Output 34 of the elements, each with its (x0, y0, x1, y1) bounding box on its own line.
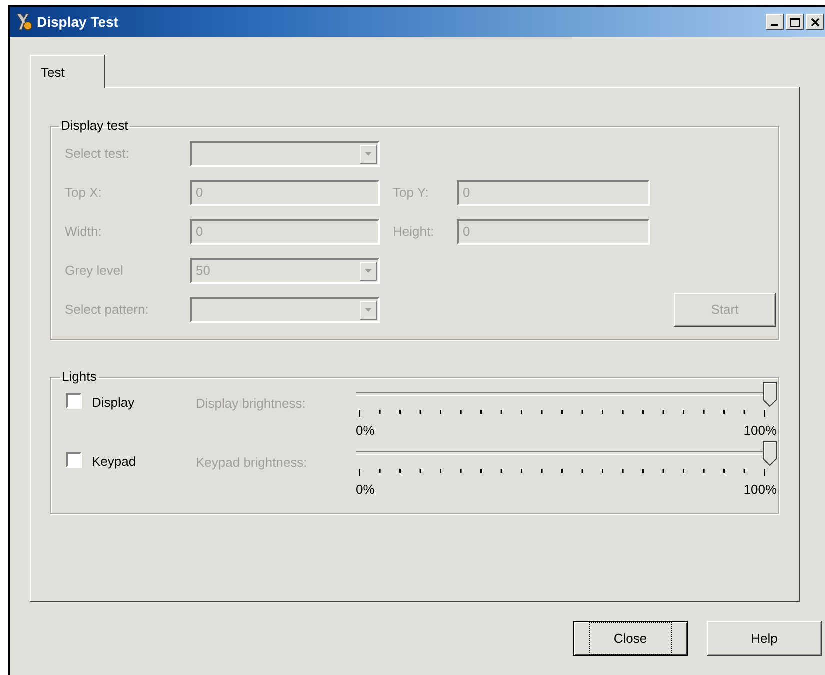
scale-label: 100% (744, 422, 777, 440)
field-label: Select pattern: (65, 301, 150, 320)
tab[interactable]: Test (30, 55, 105, 88)
caret-icon (365, 152, 372, 156)
checkbox-label: Display (92, 394, 135, 412)
checkbox[interactable] (66, 393, 82, 409)
close-button[interactable] (806, 14, 824, 30)
close-icon (810, 18, 820, 26)
slider-thumb[interactable] (763, 382, 777, 407)
field-label: Top X: (65, 184, 103, 202)
app-icon (14, 12, 34, 32)
scale-label: 0% (356, 422, 375, 440)
group-title: Display test (60, 119, 130, 133)
slider-label: Keypad brightness: (196, 454, 308, 472)
checkbox[interactable] (66, 452, 82, 468)
scale-label: 100% (744, 480, 777, 498)
maximize-button[interactable] (786, 14, 804, 30)
field-label: Select test: (65, 145, 130, 164)
slider-label: Display brightness: (196, 395, 307, 413)
minimize-button[interactable] (766, 14, 784, 30)
caret-icon (365, 308, 372, 312)
scale-label: 0% (356, 480, 375, 498)
field-label: Grey level (65, 262, 125, 280)
slider-thumb[interactable] (763, 440, 777, 466)
field-label: Height: (393, 223, 436, 242)
dialog-button[interactable]: Close (573, 621, 688, 656)
window-title: Display Test (37, 12, 118, 32)
caret-icon (365, 269, 372, 273)
maximize-icon (790, 18, 800, 26)
field-label: Width: (65, 223, 103, 242)
group-title: Lights (61, 370, 98, 384)
checkbox-label: Keypad (92, 452, 136, 471)
field-label: Top Y: (393, 184, 430, 202)
dialog-button[interactable]: Help (707, 621, 822, 656)
